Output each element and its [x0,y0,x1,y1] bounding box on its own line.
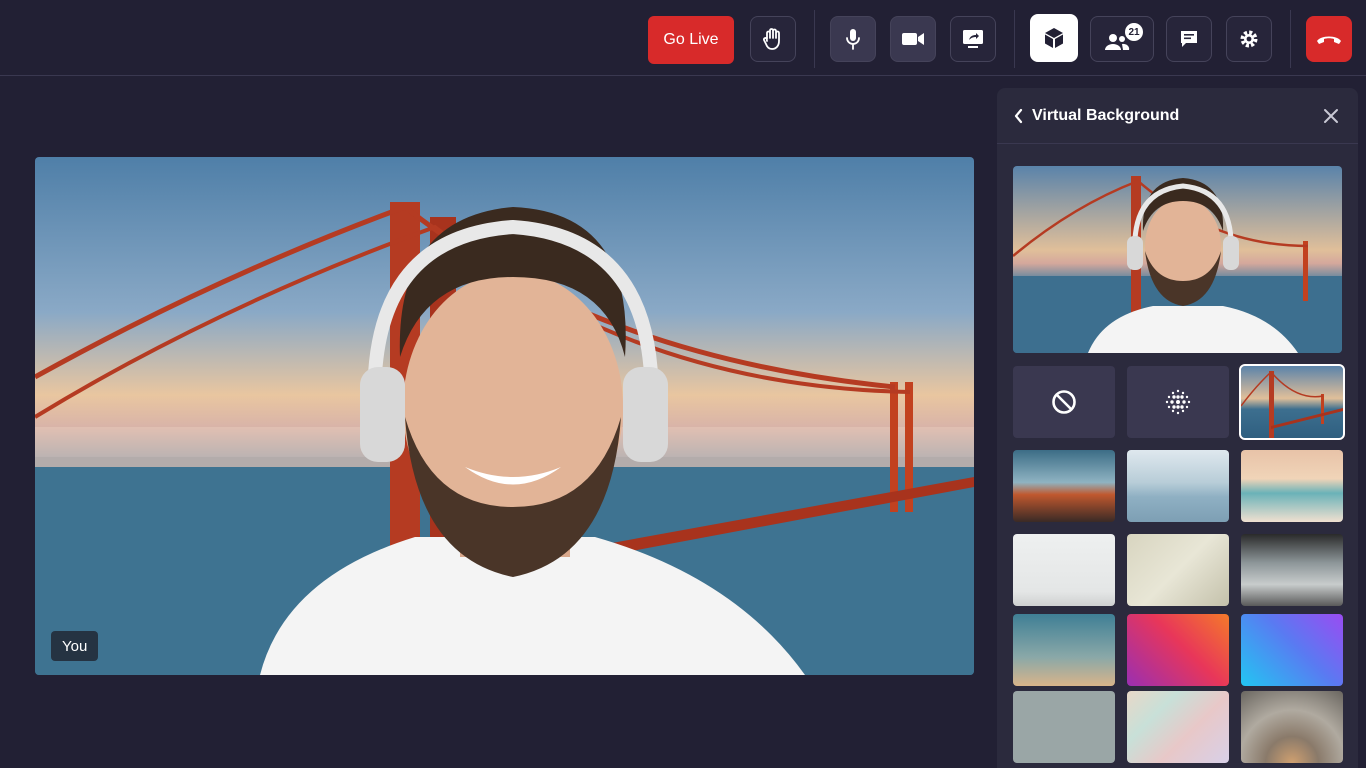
golden-gate-bridge-thumbnail [1241,370,1343,438]
white-room-background-option[interactable] [1013,534,1115,606]
blur-icon [1165,389,1191,415]
end-call-button[interactable] [1306,16,1352,62]
settings-button[interactable] [1226,16,1272,62]
panel-title: Virtual Background [1032,107,1180,124]
mountains-sunset-background-option[interactable] [1013,450,1115,522]
office-interior-background-option[interactable] [1241,534,1343,606]
blur-background-option[interactable] [1127,366,1229,438]
background-preview [1013,166,1342,353]
toolbar-divider [1290,10,1291,68]
microphone-button[interactable] [830,16,876,62]
go-live-button[interactable]: Go Live [648,16,734,64]
gradient-teal-background-option[interactable] [1013,614,1115,686]
top-toolbar: Go Live 21 [0,0,1366,76]
participant-name-label: You [51,631,99,661]
self-video-tile: You [35,157,974,675]
microphone-icon [846,29,860,50]
participants-button[interactable]: 21 [1090,16,1154,62]
toolbar-divider [1014,10,1015,68]
participants-count-badge: 21 [1125,23,1143,41]
gradient-cyan-purple-background-option[interactable] [1241,614,1343,686]
virtual-background-panel: Virtual Background [997,88,1358,768]
close-icon[interactable] [1323,108,1339,124]
plant-wall-background-option[interactable] [1127,534,1229,606]
golden-gate-bridge-background-option[interactable] [1239,364,1345,440]
no-background-option[interactable] [1013,366,1115,438]
raise-hand-icon [763,28,780,50]
virtual-background-button[interactable] [1030,14,1078,62]
screen-share-button[interactable] [950,16,996,62]
end-call-icon [1317,36,1341,44]
gradient-pink-orange-background-option[interactable] [1127,614,1229,686]
preview-image [1013,176,1342,353]
none-icon [1052,390,1076,414]
settings-icon [1240,30,1258,48]
chat-icon [1181,31,1197,47]
camera-button[interactable] [890,16,936,62]
camera-icon [902,33,924,45]
chat-button[interactable] [1166,16,1212,62]
virtual-background-icon [1045,28,1063,48]
toolbar-divider [814,10,815,68]
watercolor-background-option[interactable] [1127,691,1229,763]
raise-hand-button[interactable] [750,16,796,62]
ornate-dome-background-option[interactable] [1241,691,1343,763]
screen-share-icon [963,30,983,48]
beach-sunset-background-option[interactable] [1241,450,1343,522]
misty-mountains-background-option[interactable] [1127,450,1229,522]
panel-header: Virtual Background [997,88,1358,144]
back-chevron-icon[interactable] [1013,108,1023,124]
video-feed-image [35,202,974,675]
coffee-shop-wall-background-option[interactable] [1013,691,1115,763]
